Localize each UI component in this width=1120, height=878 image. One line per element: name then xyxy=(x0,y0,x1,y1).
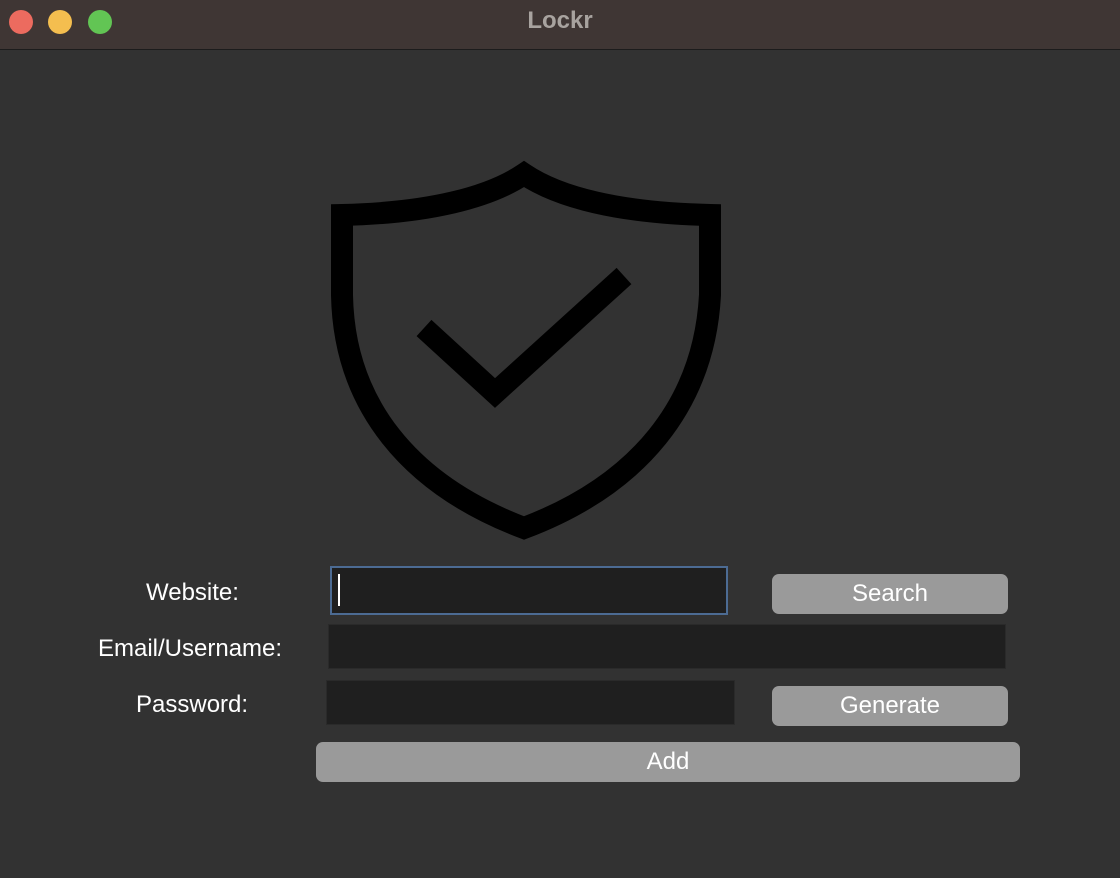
window-title: Lockr xyxy=(527,7,593,34)
app-window: Lockr Website: Search Email/Username: Pa… xyxy=(0,0,1120,878)
password-label: Password: xyxy=(136,691,249,718)
search-button[interactable]: Search xyxy=(772,574,1008,614)
text-cursor xyxy=(338,574,340,606)
generate-button[interactable]: Generate xyxy=(772,686,1008,726)
password-input[interactable] xyxy=(326,680,735,725)
shield-check-icon xyxy=(331,160,721,540)
email-username-input[interactable] xyxy=(328,624,1006,669)
title-bar: Lockr xyxy=(0,0,1120,50)
website-input[interactable] xyxy=(330,566,728,615)
email-username-label: Email/Username: xyxy=(98,635,283,662)
add-button[interactable]: Add xyxy=(316,742,1020,782)
website-label: Website: xyxy=(146,579,239,606)
